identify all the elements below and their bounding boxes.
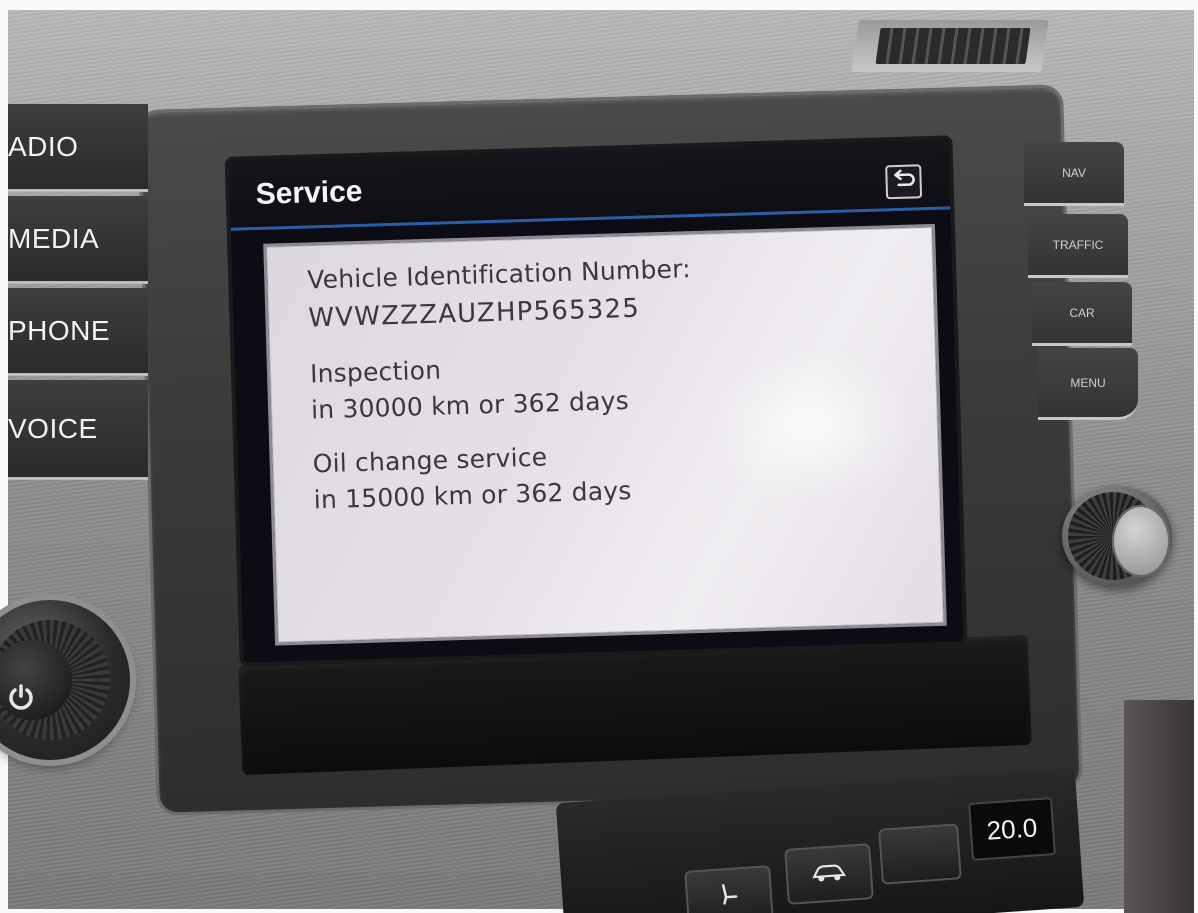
photo-border-right [1194,0,1198,913]
tuning-knob-cap [1112,505,1170,577]
recirculation-button[interactable] [784,843,874,905]
phone-key-label: PHONE [8,314,111,346]
car-key-label: CAR [1069,305,1095,320]
left-hard-keys: ADIO MEDIA PHONE VOICE [8,104,153,494]
page-title: Service [255,174,363,211]
car-key[interactable]: CAR [1032,282,1132,346]
infotainment-screen: Service Vehicle Identification Number: W… [228,139,964,663]
phone-key[interactable]: PHONE [8,288,148,376]
car-dashboard: ADIO MEDIA PHONE VOICE NAV TRAFFIC CAR M… [0,0,1198,913]
oil-change-due: in 15000 km or 362 days [313,475,632,515]
oil-change-label: Oil change service [312,442,548,479]
seat-heat-button[interactable] [684,865,774,913]
photo-border-left [0,0,8,913]
menu-key[interactable]: MENU [1038,348,1138,420]
traffic-key-label: TRAFFIC [1052,237,1104,252]
vin-label: Vehicle Identification Number: [306,254,692,295]
back-button[interactable] [885,164,923,200]
media-key[interactable]: MEDIA [8,196,148,284]
climate-button[interactable] [878,823,962,885]
voice-key[interactable]: VOICE [8,380,148,480]
right-hard-keys: NAV TRAFFIC CAR MENU [1022,142,1142,432]
air-vent-grill[interactable] [875,28,1031,64]
nav-key-label: NAV [1062,165,1086,180]
radio-key-label: ADIO [8,130,79,162]
back-arrow-icon [891,168,916,195]
service-info-panel: Vehicle Identification Number: WVWZZZAUZ… [263,223,947,646]
seat-icon [713,879,745,912]
photo-border-top [0,0,1198,10]
power-icon[interactable] [4,680,38,714]
temperature-display: 20.0 [968,797,1056,861]
vin-value: WVWZZZAUZHP565325 [307,293,641,334]
car-recirculation-icon [809,858,849,890]
voice-key-label: VOICE [8,412,98,444]
media-key-label: MEDIA [8,222,100,254]
nav-key[interactable]: NAV [1024,142,1124,206]
screen-glare [709,347,915,504]
dash-trim-right [1124,700,1194,913]
inspection-due: in 30000 km or 362 days [310,386,630,425]
radio-key[interactable]: ADIO [8,104,148,192]
inspection-label: Inspection [309,355,442,389]
menu-key-label: MENU [1070,375,1106,390]
traffic-key[interactable]: TRAFFIC [1028,214,1128,278]
